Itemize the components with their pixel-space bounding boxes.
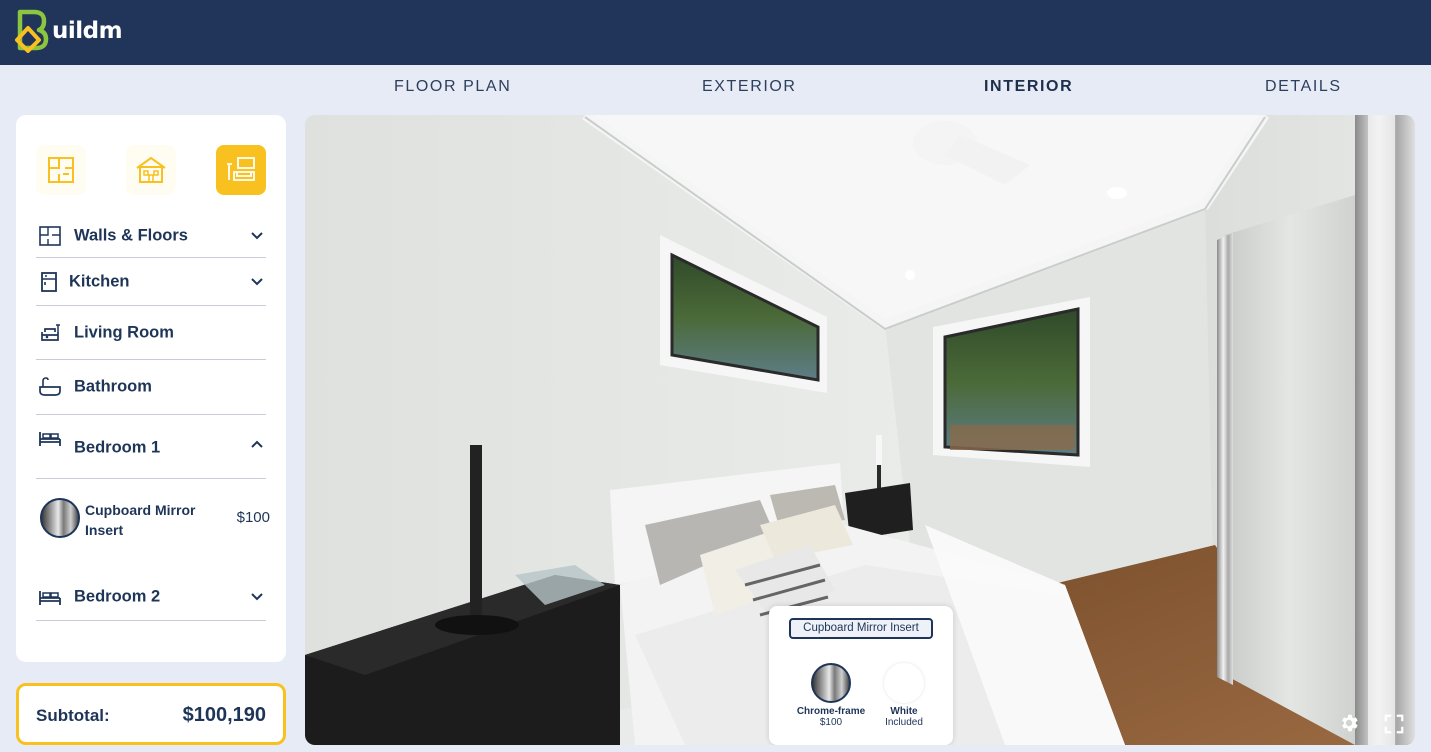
options-panel: Walls & Floors Kitchen Living Room Bathr… xyxy=(16,115,286,662)
option-price: $100 xyxy=(236,509,270,526)
option-name: White xyxy=(890,706,918,717)
sofa-icon xyxy=(41,323,60,341)
category-floor-plan-button[interactable] xyxy=(36,145,86,195)
section-walls-floors[interactable]: Walls & Floors xyxy=(36,215,266,258)
section-label: Bedroom 2 xyxy=(74,587,161,605)
section-bedroom-1[interactable]: Bedroom 1 xyxy=(36,415,266,479)
option-name: Cupboard Mirror Insert xyxy=(85,502,196,538)
section-bedroom-2[interactable]: Bedroom 2 xyxy=(36,573,266,621)
chevron-down-icon xyxy=(251,592,263,600)
option-price: $100 xyxy=(819,717,843,728)
subtotal-box: Subtotal: $100,190 xyxy=(16,683,286,745)
tab-exterior[interactable]: EXTERIOR xyxy=(702,78,797,96)
logo-mark-icon xyxy=(15,9,49,53)
kitchen-icon xyxy=(41,271,57,292)
tab-details[interactable]: DETAILS xyxy=(1265,78,1342,96)
option-chrome-frame[interactable]: Chrome-frame $100 xyxy=(796,663,866,728)
section-label: Kitchen xyxy=(69,272,130,290)
walls-floors-icon xyxy=(39,226,61,246)
section-label: Living Room xyxy=(74,323,174,341)
tab-floor-plan[interactable]: FLOOR PLAN xyxy=(394,78,511,96)
white-swatch xyxy=(884,663,924,703)
popup-title: Cupboard Mirror Insert xyxy=(789,618,933,639)
subtotal-label: Subtotal: xyxy=(36,706,110,725)
option-name: Chrome-frame xyxy=(796,706,866,717)
option-white[interactable]: White Included xyxy=(869,663,939,728)
bathtub-icon xyxy=(39,377,61,396)
section-bathroom[interactable]: Bathroom xyxy=(36,360,266,415)
floor-plan-icon xyxy=(48,157,74,183)
top-bar: uildm xyxy=(0,0,1431,65)
interior-3d-viewer[interactable]: Cupboard Mirror Insert Chrome-frame $100… xyxy=(305,115,1415,745)
house-exterior-icon xyxy=(136,156,166,183)
subtotal-value: $100,190 xyxy=(182,704,266,726)
logo-text: uildm xyxy=(52,18,123,44)
living-interior-icon xyxy=(227,157,255,181)
bed-icon xyxy=(39,590,61,605)
settings-gear-icon[interactable] xyxy=(1338,712,1360,734)
section-living-room[interactable]: Living Room xyxy=(36,306,266,360)
option-price: Included xyxy=(885,717,923,728)
chrome-frame-swatch xyxy=(811,663,851,703)
section-label: Bedroom 1 xyxy=(74,438,161,457)
buildm-logo[interactable]: uildm xyxy=(14,8,134,54)
chevron-down-icon xyxy=(251,232,263,240)
option-cupboard-mirror-insert[interactable]: Cupboard Mirror Insert $100 xyxy=(40,498,270,538)
chevron-down-icon xyxy=(251,277,263,285)
chevron-up-icon xyxy=(251,440,263,448)
bed-icon xyxy=(39,432,61,446)
category-interior-button[interactable] xyxy=(216,145,266,195)
chrome-swatch xyxy=(40,498,80,538)
main-tabs: FLOOR PLAN EXTERIOR INTERIOR DETAILS xyxy=(305,78,1415,104)
section-label: Walls & Floors xyxy=(74,226,188,245)
section-kitchen[interactable]: Kitchen xyxy=(36,258,266,306)
option-picker-popup: Cupboard Mirror Insert Chrome-frame $100… xyxy=(769,606,953,745)
section-label: Bathroom xyxy=(74,377,152,396)
category-exterior-button[interactable] xyxy=(126,145,176,195)
tab-interior[interactable]: INTERIOR xyxy=(984,78,1073,96)
fullscreen-icon[interactable] xyxy=(1383,713,1405,735)
